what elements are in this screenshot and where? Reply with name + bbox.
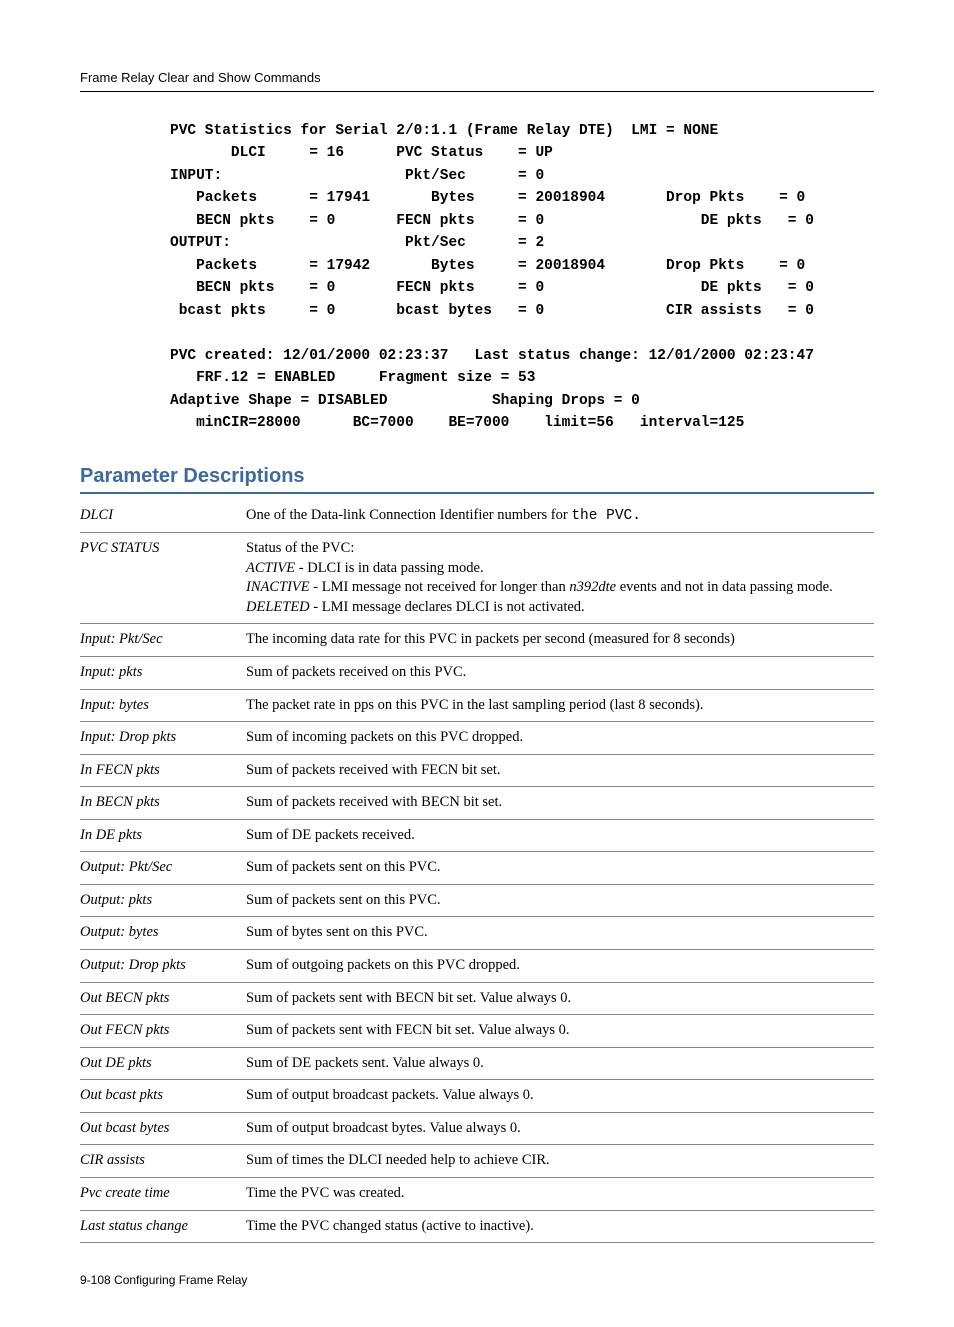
- param-name: Input: bytes: [80, 689, 246, 722]
- code-line: minCIR=28000 BC=7000 BE=7000 limit=56 in…: [170, 415, 744, 431]
- param-description: Sum of incoming packets on this PVC drop…: [246, 722, 874, 755]
- code-line: Packets = 17941 Bytes = 20018904 Drop Pk…: [170, 190, 805, 206]
- parameter-table: DLCIOne of the Data-link Connection Iden…: [80, 500, 874, 1244]
- param-description: Time the PVC changed status (active to i…: [246, 1210, 874, 1243]
- param-description: Sum of outgoing packets on this PVC drop…: [246, 950, 874, 983]
- section-heading: Parameter Descriptions: [80, 465, 874, 494]
- code-line: DLCI = 16 PVC Status = UP: [170, 145, 553, 161]
- table-row: Pvc create timeTime the PVC was created.: [80, 1177, 874, 1210]
- param-description: Sum of packets sent on this PVC.: [246, 852, 874, 885]
- table-row: Last status changeTime the PVC changed s…: [80, 1210, 874, 1243]
- param-name: Input: Drop pkts: [80, 722, 246, 755]
- param-description: Sum of DE packets received.: [246, 819, 874, 852]
- table-row: Input: bytesThe packet rate in pps on th…: [80, 689, 874, 722]
- table-row: Out bcast pktsSum of output broadcast pa…: [80, 1080, 874, 1113]
- param-description: Sum of packets sent on this PVC.: [246, 884, 874, 917]
- code-line: PVC Statistics for Serial 2/0:1.1 (Frame…: [170, 123, 718, 139]
- param-description: Sum of DE packets sent. Value always 0.: [246, 1047, 874, 1080]
- code-line: BECN pkts = 0 FECN pkts = 0 DE pkts = 0: [170, 213, 814, 229]
- param-name: CIR assists: [80, 1145, 246, 1178]
- page-footer: 9-108 Configuring Frame Relay: [80, 1273, 874, 1287]
- param-description: Time the PVC was created.: [246, 1177, 874, 1210]
- table-row: Out bcast bytesSum of output broadcast b…: [80, 1112, 874, 1145]
- param-name: Input: Pkt/Sec: [80, 624, 246, 657]
- code-line: OUTPUT: Pkt/Sec = 2: [170, 235, 544, 251]
- code-line: INPUT: Pkt/Sec = 0: [170, 168, 544, 184]
- table-row: Input: pktsSum of packets received on th…: [80, 656, 874, 689]
- param-name: Output: Pkt/Sec: [80, 852, 246, 885]
- param-name: Out BECN pkts: [80, 982, 246, 1015]
- page: Frame Relay Clear and Show Commands PVC …: [0, 0, 954, 1327]
- param-description: One of the Data-link Connection Identifi…: [246, 500, 874, 533]
- param-description: Sum of packets sent with FECN bit set. V…: [246, 1015, 874, 1048]
- param-name: Input: pkts: [80, 656, 246, 689]
- param-name: DLCI: [80, 500, 246, 533]
- table-row: Output: Drop pktsSum of outgoing packets…: [80, 950, 874, 983]
- table-row: PVC STATUSStatus of the PVC:ACTIVE - DLC…: [80, 533, 874, 624]
- param-name: In DE pkts: [80, 819, 246, 852]
- param-name: Out FECN pkts: [80, 1015, 246, 1048]
- table-row: In BECN pktsSum of packets received with…: [80, 787, 874, 820]
- code-line: FRF.12 = ENABLED Fragment size = 53: [170, 370, 535, 386]
- param-name: Out bcast pkts: [80, 1080, 246, 1113]
- code-line: bcast pkts = 0 bcast bytes = 0 CIR assis…: [170, 303, 814, 319]
- param-description: Sum of times the DLCI needed help to ach…: [246, 1145, 874, 1178]
- param-description: Status of the PVC:ACTIVE - DLCI is in da…: [246, 533, 874, 624]
- param-name: Out bcast bytes: [80, 1112, 246, 1145]
- table-row: Input: Pkt/SecThe incoming data rate for…: [80, 624, 874, 657]
- code-line: BECN pkts = 0 FECN pkts = 0 DE pkts = 0: [170, 280, 814, 296]
- table-row: In FECN pktsSum of packets received with…: [80, 754, 874, 787]
- param-description: Sum of output broadcast packets. Value a…: [246, 1080, 874, 1113]
- table-row: Output: bytesSum of bytes sent on this P…: [80, 917, 874, 950]
- param-description: Sum of packets received on this PVC.: [246, 656, 874, 689]
- param-description: Sum of output broadcast bytes. Value alw…: [246, 1112, 874, 1145]
- param-name: Last status change: [80, 1210, 246, 1243]
- code-output-block: PVC Statistics for Serial 2/0:1.1 (Frame…: [170, 120, 874, 435]
- table-row: Out DE pktsSum of DE packets sent. Value…: [80, 1047, 874, 1080]
- code-line: Packets = 17942 Bytes = 20018904 Drop Pk…: [170, 258, 805, 274]
- param-description: Sum of bytes sent on this PVC.: [246, 917, 874, 950]
- table-row: Output: pktsSum of packets sent on this …: [80, 884, 874, 917]
- table-row: Out FECN pktsSum of packets sent with FE…: [80, 1015, 874, 1048]
- param-description: The incoming data rate for this PVC in p…: [246, 624, 874, 657]
- table-row: DLCIOne of the Data-link Connection Iden…: [80, 500, 874, 533]
- param-description: Sum of packets sent with BECN bit set. V…: [246, 982, 874, 1015]
- param-name: PVC STATUS: [80, 533, 246, 624]
- code-line: PVC created: 12/01/2000 02:23:37 Last st…: [170, 348, 814, 364]
- param-name: In FECN pkts: [80, 754, 246, 787]
- table-row: Out BECN pktsSum of packets sent with BE…: [80, 982, 874, 1015]
- running-head: Frame Relay Clear and Show Commands: [80, 70, 874, 92]
- table-row: In DE pktsSum of DE packets received.: [80, 819, 874, 852]
- param-description: The packet rate in pps on this PVC in th…: [246, 689, 874, 722]
- param-description: Sum of packets received with FECN bit se…: [246, 754, 874, 787]
- param-name: Output: pkts: [80, 884, 246, 917]
- table-row: Output: Pkt/SecSum of packets sent on th…: [80, 852, 874, 885]
- param-name: Output: bytes: [80, 917, 246, 950]
- code-line: Adaptive Shape = DISABLED Shaping Drops …: [170, 393, 640, 409]
- param-name: Out DE pkts: [80, 1047, 246, 1080]
- param-name: Pvc create time: [80, 1177, 246, 1210]
- param-name: In BECN pkts: [80, 787, 246, 820]
- param-name: Output: Drop pkts: [80, 950, 246, 983]
- table-row: Input: Drop pktsSum of incoming packets …: [80, 722, 874, 755]
- param-description: Sum of packets received with BECN bit se…: [246, 787, 874, 820]
- table-row: CIR assistsSum of times the DLCI needed …: [80, 1145, 874, 1178]
